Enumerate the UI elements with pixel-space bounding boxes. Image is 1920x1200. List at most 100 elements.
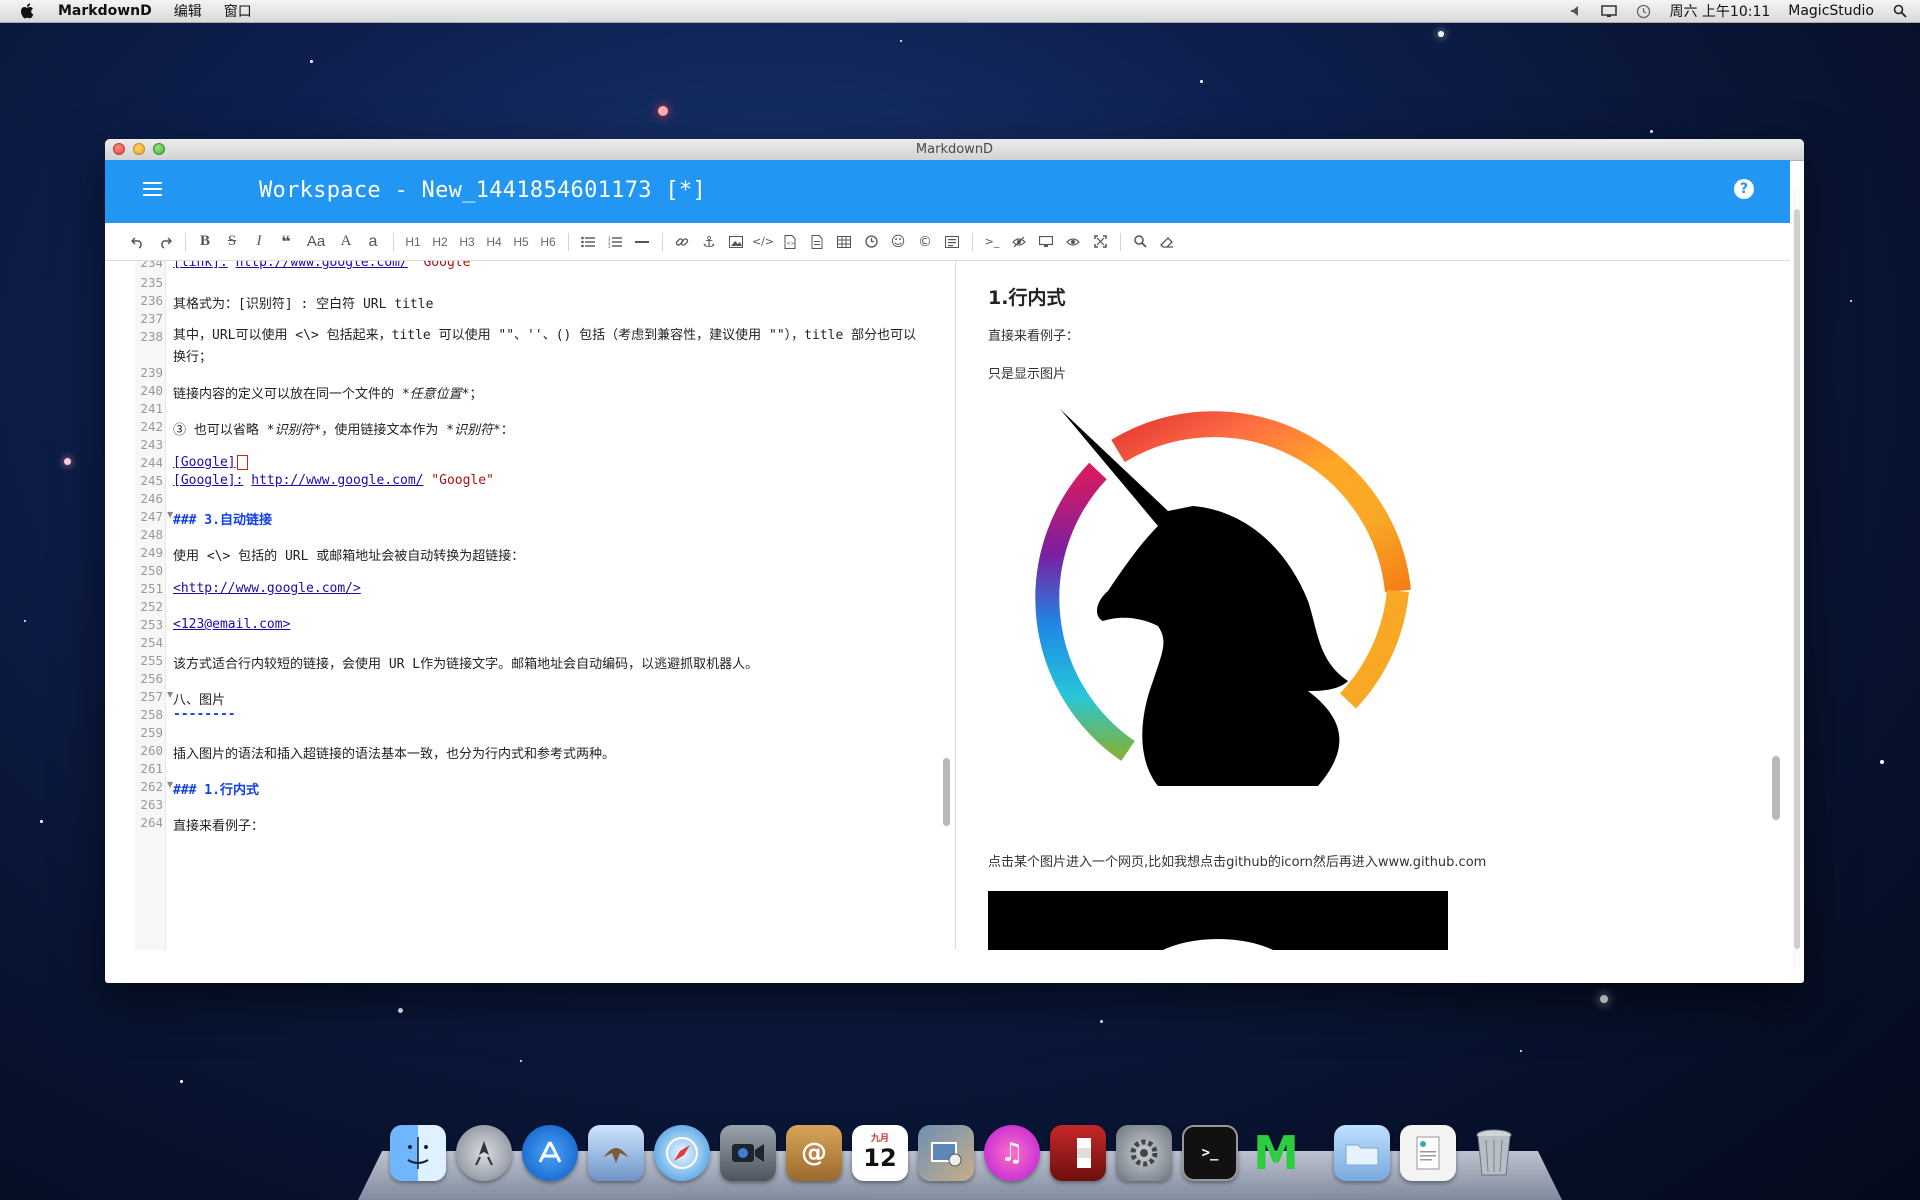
code-emphasis: *识别符* xyxy=(446,423,501,438)
line-number: 262 xyxy=(140,779,163,794)
font-case-icon[interactable]: Aa xyxy=(302,231,330,253)
font-lowercase-icon[interactable]: a xyxy=(362,231,384,253)
pagebreak-icon[interactable] xyxy=(941,231,963,253)
heading-4-button[interactable]: H4 xyxy=(483,231,505,253)
line-number: 250 xyxy=(140,563,163,578)
search-icon[interactable] xyxy=(1129,231,1151,253)
goto-line-icon[interactable]: >_ xyxy=(981,231,1003,253)
help-button[interactable]: ? xyxy=(1734,179,1754,199)
html-entities-icon[interactable]: © xyxy=(914,231,936,253)
minimize-window-button[interactable] xyxy=(133,143,145,155)
table-icon[interactable] xyxy=(833,231,855,253)
ordered-list-icon[interactable]: 123 xyxy=(604,231,626,253)
downloads-folder-icon[interactable] xyxy=(1334,1125,1390,1181)
code-icon[interactable]: </> xyxy=(752,231,774,253)
documents-stack-icon[interactable] xyxy=(1400,1125,1456,1181)
calendar-day: 12 xyxy=(863,1144,897,1172)
line-number: 246 xyxy=(140,491,163,506)
code-heading: ### 1.行内式 xyxy=(173,783,259,798)
fullscreen-icon[interactable] xyxy=(1089,231,1111,253)
workspace-title: Workspace - New_1441854601173 [*] xyxy=(259,178,706,203)
calendar-icon[interactable]: 九月 12 xyxy=(852,1125,908,1181)
finder-icon[interactable] xyxy=(390,1125,446,1181)
heading-6-button[interactable]: H6 xyxy=(537,231,559,253)
volume-icon[interactable] xyxy=(1567,4,1583,18)
safari-icon[interactable] xyxy=(654,1125,710,1181)
unordered-list-icon[interactable] xyxy=(577,231,599,253)
line-number: 254 xyxy=(140,635,163,650)
bold-icon[interactable]: B xyxy=(194,231,216,253)
autolink-url: <http://www.google.com/> xyxy=(173,581,361,596)
link-title: "Google" xyxy=(431,473,494,488)
close-window-button[interactable] xyxy=(113,143,125,155)
link-url: http://www.google.com/ xyxy=(251,473,424,488)
code-line: 使用 <\> 包括的 URL 或邮箱地址会被自动转换为超链接： xyxy=(173,549,525,564)
preformatted-icon[interactable] xyxy=(806,231,828,253)
anchor-icon[interactable]: ⚓ xyxy=(698,231,720,253)
image-icon[interactable] xyxy=(725,231,747,253)
heading-5-button[interactable]: H5 xyxy=(510,231,532,253)
font-size-icon[interactable]: A xyxy=(335,231,357,253)
itunes-icon[interactable]: ♫ xyxy=(984,1125,1040,1181)
github-image-link[interactable] xyxy=(988,891,1448,950)
preview-scrollbar[interactable] xyxy=(1772,756,1780,820)
datetime-icon[interactable] xyxy=(860,231,882,253)
menu-clock[interactable]: 周六 上午10:11 xyxy=(1669,1,1770,21)
link-icon[interactable] xyxy=(671,231,693,253)
contacts-icon[interactable]: @ xyxy=(786,1125,842,1181)
display-icon[interactable] xyxy=(1601,4,1618,18)
launchpad-icon[interactable] xyxy=(456,1125,512,1181)
link-reference: [link]: xyxy=(173,261,228,270)
link-title: "Google" xyxy=(415,261,479,270)
menu-user[interactable]: MagicStudio xyxy=(1788,3,1874,19)
code-line: 链接内容的定义可以放在同一个文件的 *任意位置*； xyxy=(173,383,925,402)
toolbar-divider xyxy=(662,232,663,251)
strikethrough-icon[interactable]: S xyxy=(221,231,243,253)
menu-edit[interactable]: 编辑 xyxy=(174,1,202,21)
facetime-icon[interactable] xyxy=(720,1125,776,1181)
horizontal-rule-icon[interactable] xyxy=(631,231,653,253)
terminal-icon[interactable]: >_ xyxy=(1182,1125,1238,1181)
undo-icon[interactable] xyxy=(127,231,149,253)
quote-icon[interactable]: ❝ xyxy=(275,231,297,253)
time-machine-icon[interactable] xyxy=(1635,4,1651,18)
line-number: 248 xyxy=(140,527,163,542)
mail-icon[interactable] xyxy=(588,1125,644,1181)
line-number: 247 xyxy=(140,509,163,524)
markdownd-app-icon[interactable]: M xyxy=(1248,1125,1304,1181)
menu-window[interactable]: 窗口 xyxy=(224,1,252,21)
code-block-icon[interactable]: <> xyxy=(779,231,801,253)
system-preferences-icon[interactable] xyxy=(1116,1125,1172,1181)
code-line: [Google]: http://www.google.com/ "Google… xyxy=(173,473,925,488)
window-titlebar[interactable]: MarkdownD xyxy=(105,139,1804,161)
menu-app-name[interactable]: MarkdownD xyxy=(58,3,152,19)
toolbar-divider xyxy=(393,232,394,251)
markdown-preview: 1.行内式 直接来看例子： 只是显示图片 点击某个图片进入一个网页,比如我想点击… xyxy=(956,261,1790,950)
emoji-icon[interactable]: ☺ xyxy=(887,231,909,253)
line-number: 240 xyxy=(140,383,163,398)
markdown-editor[interactable]: 234 235 236 237 238 239 240 241 242 243 … xyxy=(135,261,956,950)
heading-1-button[interactable]: H1 xyxy=(402,231,424,253)
apple-menu-icon[interactable] xyxy=(20,2,36,20)
text-cursor xyxy=(236,455,248,470)
italic-icon[interactable]: I xyxy=(248,231,270,253)
photo-booth-icon[interactable] xyxy=(1050,1125,1106,1181)
clear-eraser-icon[interactable] xyxy=(1156,231,1178,253)
editor-scrollbar[interactable] xyxy=(943,758,950,826)
redo-icon[interactable] xyxy=(154,231,176,253)
menu-hamburger-icon[interactable] xyxy=(143,182,162,198)
window-scrollbar-thumb[interactable] xyxy=(1794,209,1800,949)
line-number: 235 xyxy=(140,275,163,290)
line-number: 244 xyxy=(140,455,163,470)
heading-2-button[interactable]: H2 xyxy=(429,231,451,253)
spotlight-search-icon[interactable] xyxy=(1892,4,1908,18)
app-store-icon[interactable] xyxy=(522,1125,578,1181)
watch-toggle-icon[interactable] xyxy=(1008,231,1030,253)
zoom-window-button[interactable] xyxy=(153,143,165,155)
photos-icon[interactable] xyxy=(918,1125,974,1181)
window-scrollbar[interactable] xyxy=(1793,189,1801,969)
preview-icon[interactable] xyxy=(1035,231,1057,253)
trash-icon[interactable] xyxy=(1466,1125,1522,1181)
heading-3-button[interactable]: H3 xyxy=(456,231,478,253)
fullscreen-preview-icon[interactable] xyxy=(1062,231,1084,253)
